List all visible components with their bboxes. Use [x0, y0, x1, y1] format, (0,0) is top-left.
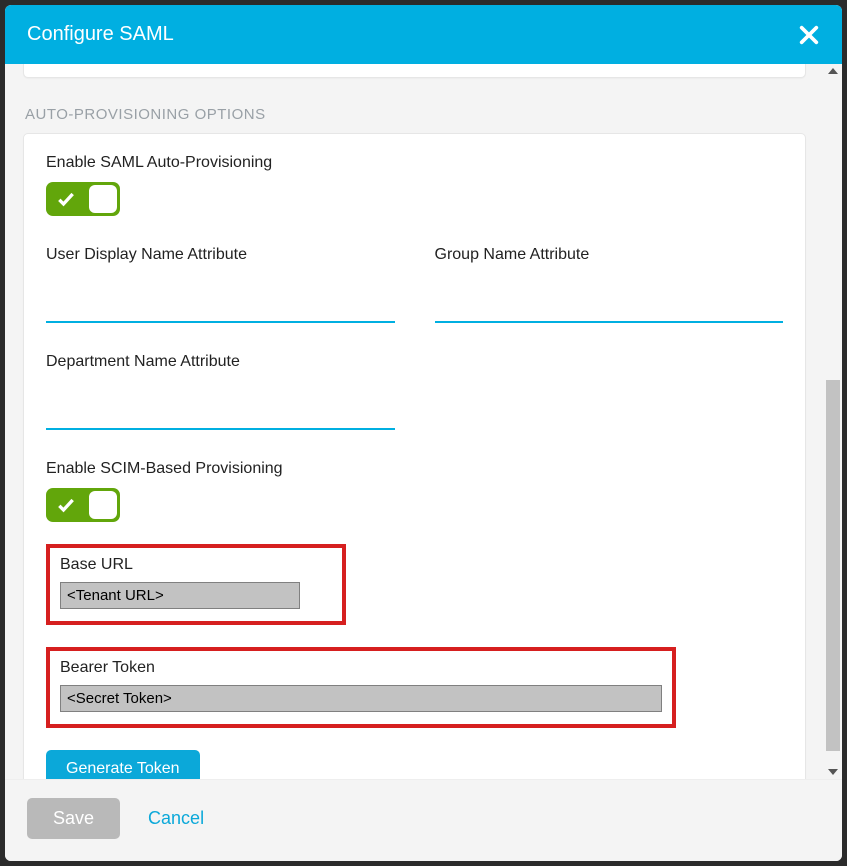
attr-row-2: Department Name Attribute [46, 353, 783, 430]
generate-token-button[interactable]: Generate Token [46, 750, 200, 779]
scroll-up-icon[interactable] [828, 68, 838, 74]
scroll-track[interactable] [826, 78, 840, 765]
modal-title: Configure SAML [27, 23, 174, 46]
enable-scim-toggle[interactable] [46, 488, 120, 522]
bearer-token-label: Bearer Token [60, 659, 662, 677]
enable-saml-toggle[interactable] [46, 182, 120, 216]
group-name-label: Group Name Attribute [435, 246, 784, 264]
modal-body-wrap: AUTO-PROVISIONING OPTIONS Enable SAML Au… [5, 64, 842, 779]
bearer-token-value[interactable]: <Secret Token> [60, 685, 662, 712]
cancel-button[interactable]: Cancel [148, 808, 204, 829]
enable-saml-label: Enable SAML Auto-Provisioning [46, 154, 783, 172]
close-icon[interactable] [798, 24, 820, 46]
dept-name-label: Department Name Attribute [46, 353, 395, 371]
modal-body: AUTO-PROVISIONING OPTIONS Enable SAML Au… [5, 64, 824, 779]
user-display-name-input[interactable] [46, 292, 395, 323]
scroll-thumb[interactable] [826, 380, 840, 751]
group-name-input[interactable] [435, 292, 784, 323]
save-button[interactable]: Save [27, 798, 120, 839]
scroll-down-icon[interactable] [828, 769, 838, 775]
check-icon [56, 189, 76, 209]
base-url-highlight: Base URL <Tenant URL> [46, 544, 346, 625]
toggle-knob [89, 491, 117, 519]
check-icon [56, 495, 76, 515]
enable-scim-label: Enable SCIM-Based Provisioning [46, 460, 783, 478]
base-url-label: Base URL [60, 556, 332, 574]
configure-saml-modal: Configure SAML AUTO-PROVISIONING OPTIONS… [5, 5, 842, 861]
section-title: AUTO-PROVISIONING OPTIONS [25, 106, 806, 123]
base-url-value[interactable]: <Tenant URL> [60, 582, 300, 609]
attr-row-1: User Display Name Attribute Group Name A… [46, 246, 783, 323]
scrollbar[interactable] [824, 64, 842, 779]
toggle-knob [89, 185, 117, 213]
dept-name-input[interactable] [46, 399, 395, 430]
previous-card-edge [23, 64, 806, 78]
modal-header: Configure SAML [5, 5, 842, 64]
user-display-name-label: User Display Name Attribute [46, 246, 395, 264]
auto-provisioning-card: Enable SAML Auto-Provisioning User Displ… [23, 133, 806, 779]
bearer-token-highlight: Bearer Token <Secret Token> [46, 647, 676, 728]
modal-footer: Save Cancel [5, 779, 842, 861]
